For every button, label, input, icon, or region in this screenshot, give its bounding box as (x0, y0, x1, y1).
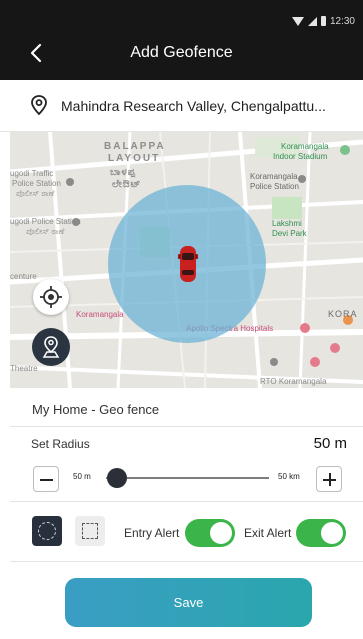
divider (10, 426, 363, 427)
crosshair-locate-icon (40, 286, 62, 308)
increase-radius-button[interactable] (316, 466, 342, 492)
radius-value: 50 m (313, 435, 347, 452)
map-label-layout-kn: ಲೇಔಟ್ (112, 179, 142, 190)
exit-alert-label: Exit Alert (244, 526, 292, 540)
map-label-traffic: ugodi Traffic (10, 169, 54, 178)
rectangle-shape-icon (82, 523, 98, 539)
map-label-kor-police: Koramangala (250, 172, 298, 181)
map-label-stadium-2: Indoor Stadium (273, 152, 328, 161)
map-label-police-station-2: ugodi Police Station (10, 217, 81, 226)
circle-shape-button[interactable] (32, 516, 62, 546)
address-bar[interactable]: Mahindra Research Valley, Chengalpattu..… (0, 80, 363, 132)
map-label-devi-park: Devi Park (272, 229, 307, 238)
status-bar: 12:30 (291, 14, 355, 28)
minus-icon (40, 479, 53, 481)
exit-alert-toggle[interactable] (296, 519, 346, 547)
map-label-kor-police-2: Police Station (250, 182, 299, 191)
signal-icon (307, 16, 317, 26)
map-view[interactable]: BALAPPA LAYOUT ಬಾಳಪ್ಪ ಲೇಔಟ್ ugodi Traffi… (10, 132, 363, 388)
map-label-balappa: BALAPPA (104, 141, 166, 152)
slider-min-label: 50 m (73, 472, 91, 481)
map-label-kora: KORA (328, 309, 358, 319)
entry-alert-label: Entry Alert (124, 526, 180, 540)
geofence-form: My Home - Geo fence Set Radius 50 m 50 m… (10, 388, 363, 639)
map-label-lakshmi: Lakshmi (272, 219, 302, 228)
decrease-radius-button[interactable] (33, 466, 59, 492)
person-location-button[interactable] (32, 328, 70, 366)
app-screen: 12:30 Add Geofence Mahindra Research Val… (0, 0, 363, 639)
status-time: 12:30 (329, 15, 355, 27)
map-label-balappa-kn: ಬಾಳಪ್ಪ (110, 167, 136, 178)
wifi-icon (291, 16, 304, 26)
map-label-station-kn: ಪೊಲೀಸ್ ಠಾಣೆ (16, 189, 55, 198)
radius-slider-thumb[interactable] (107, 468, 128, 488)
radius-slider-track[interactable] (106, 477, 269, 479)
map-label-theatre: Theatre (10, 364, 38, 373)
geofence-name-field[interactable]: My Home - Geo fence (32, 402, 159, 417)
page-title: Add Geofence (130, 44, 233, 61)
map-label-station-kn-2: ಪೊಲೀಸ್ ಠಾಣೆ (26, 227, 65, 236)
circle-shape-icon (38, 522, 56, 540)
map-label-koramangala: Koramangala (76, 310, 124, 319)
map-label-rto: RTO Koramangala (260, 377, 327, 386)
person-pin-icon (42, 336, 60, 358)
toggle-knob (210, 522, 232, 544)
slider-max-label: 50 km (278, 472, 300, 481)
app-header: 12:30 Add Geofence (0, 0, 363, 80)
set-radius-label: Set Radius (31, 437, 90, 451)
map-label-centure: centure (10, 272, 37, 281)
location-pin-icon (31, 95, 47, 115)
address-text: Mahindra Research Valley, Chengalpattu..… (61, 98, 326, 114)
divider (10, 561, 363, 562)
map-label-police-station: Police Station (12, 179, 61, 188)
locate-button[interactable] (33, 279, 69, 315)
toggle-knob (321, 522, 343, 544)
map-label-stadium: Koramangala (281, 142, 329, 151)
entry-alert-toggle[interactable] (185, 519, 235, 547)
divider (10, 501, 363, 502)
save-button[interactable]: Save (65, 578, 312, 627)
map-label-layout: LAYOUT (108, 153, 161, 164)
red-car-icon[interactable] (177, 244, 199, 284)
battery-icon (320, 16, 326, 26)
rectangle-shape-button[interactable] (75, 516, 105, 546)
